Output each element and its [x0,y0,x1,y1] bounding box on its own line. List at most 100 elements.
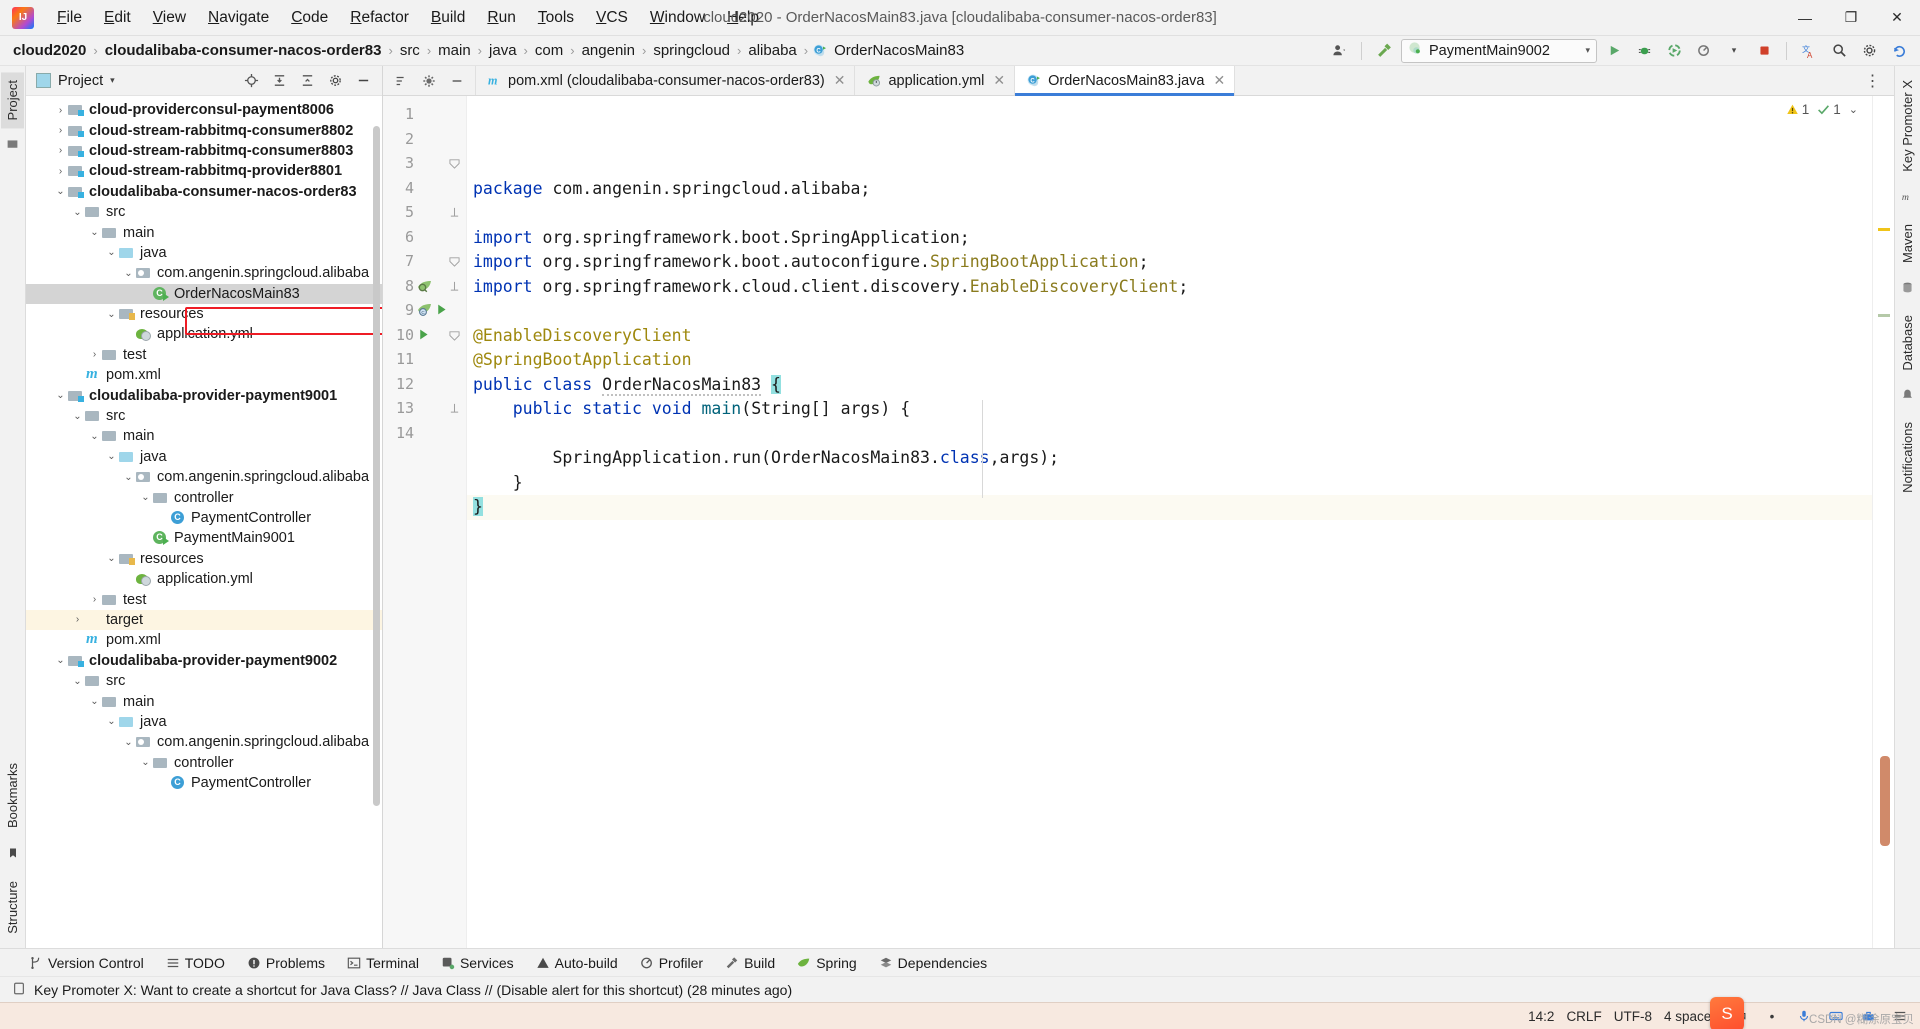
chevron-right-icon[interactable]: › [54,105,67,116]
editor-tabs[interactable]: m pom.xml (cloudalibaba-consumer-nacos-or… [476,66,1236,96]
tree-node[interactable]: › cloud-stream-rabbitmq-consumer8803 [26,141,382,161]
editor-tab-application.yml[interactable]: application.yml ✕ [855,66,1016,95]
code-fold-minus-icon[interactable] [449,158,460,169]
project-scrollbar[interactable] [373,126,380,806]
run-with-coverage-button[interactable] [1661,39,1687,63]
spring-run-gutter-icon[interactable]: C [417,302,433,318]
profiler-button[interactable] [1691,39,1717,63]
breadcrumb-item-cloud2020[interactable]: cloud2020 [10,41,89,60]
tree-node[interactable]: › cloud-stream-rabbitmq-provider8801 [26,161,382,181]
run-gutter-arrow-icon[interactable] [417,328,433,344]
caret-position[interactable]: 14:2 [1528,1009,1554,1024]
tool-window-auto-build[interactable]: Auto-build [525,952,629,974]
menu-item-vcs[interactable]: VCS [585,5,639,31]
hide-panel-icon[interactable] [350,69,376,93]
pin-icon[interactable] [416,69,442,93]
close-button[interactable]: ✕ [1874,0,1920,36]
menu-item-edit[interactable]: Edit [93,5,142,31]
tree-node[interactable]: ⌄ cloudalibaba-provider-payment9001 [26,385,382,405]
code-line[interactable]: import org.springframework.boot.SpringAp… [467,226,1894,251]
editor-marker-stripe[interactable] [1872,96,1894,948]
weak-warning-count[interactable]: 1 [1817,102,1841,117]
commit-icon[interactable] [6,138,19,154]
inspection-widget[interactable]: 1 1 ⌄ [1786,102,1858,117]
sidebar-item-bookmarks[interactable]: Bookmarks [1,755,24,836]
bookmark-icon[interactable] [7,846,19,863]
chevron-down-icon[interactable]: ▾ [1721,39,1747,63]
chevron-right-icon[interactable]: › [54,166,67,177]
breadcrumb-item-src[interactable]: src [397,41,423,60]
breadcrumb-item-springcloud[interactable]: springcloud [650,41,733,60]
code-fold-minus-icon[interactable] [449,330,460,341]
sidebar-item-structure[interactable]: Structure [1,873,24,942]
tool-window-build[interactable]: Build [714,952,786,974]
chevron-down-icon[interactable]: ⌄ [71,676,84,687]
editor-tab-pom.xml[interactable]: m pom.xml (cloudalibaba-consumer-nacos-or… [476,66,856,95]
close-icon[interactable]: ✕ [834,72,846,89]
close-icon[interactable]: ✕ [1213,72,1225,89]
menu-item-navigate[interactable]: Navigate [197,5,280,31]
inspection-chevron-icon[interactable]: ⌄ [1849,103,1858,116]
tool-window-problems[interactable]: Problems [236,952,336,974]
tree-node[interactable]: ⌄ cloudalibaba-provider-payment9002 [26,651,382,671]
code-editor[interactable]: 1 2 3 4 5 6 7 8 9 C 10 11 12 13 14 package com.angenin… [383,96,1894,948]
code-fold-end-icon[interactable] [449,403,460,414]
notifications-icon[interactable] [1901,388,1914,404]
chevron-right-icon[interactable]: › [71,614,84,625]
breadcrumb-item-alibaba[interactable]: alibaba [745,41,799,60]
run-gutter-arrow-icon[interactable] [435,303,451,319]
tool-window-dependencies[interactable]: Dependencies [868,952,999,974]
code-line[interactable]: } [467,471,1894,496]
updates-icon[interactable] [1886,39,1912,63]
chevron-down-icon[interactable]: ⌄ [122,472,135,483]
tree-node[interactable]: ⌄ src [26,202,382,222]
tree-node[interactable]: ›application.yml [26,569,382,589]
code-line[interactable]: import org.springframework.boot.autoconf… [467,250,1894,275]
sidebar-item-notifications[interactable]: Notifications [1896,414,1919,501]
chevron-down-icon[interactable]: ⌄ [88,696,101,707]
tree-node[interactable]: ⌄ cloudalibaba-consumer-nacos-order83 [26,182,382,202]
minimize-button[interactable]: — [1782,0,1828,36]
file-encoding[interactable]: UTF-8 [1614,1009,1652,1024]
tree-node[interactable]: ⌄ src [26,406,382,426]
breadcrumb-item-com[interactable]: com [532,41,566,60]
chevron-right-icon[interactable]: › [54,145,67,156]
tree-node[interactable]: ›pom.xml [26,630,382,650]
chevron-down-icon[interactable]: ⌄ [71,207,84,218]
chevron-down-icon[interactable]: ⌄ [139,492,152,503]
tool-window-todo[interactable]: TODO [155,952,236,974]
tree-node[interactable]: › test [26,589,382,609]
sidebar-item-maven[interactable]: Maven [1896,216,1919,271]
code-fold-end-icon[interactable] [449,207,460,218]
search-icon[interactable] [1826,39,1852,63]
menu-item-window[interactable]: Window [639,5,716,31]
tree-node[interactable]: ⌄ resources [26,549,382,569]
spring-bean-gutter-icon[interactable] [417,278,433,294]
breadcrumb[interactable]: cloud2020 › cloudalibaba-consumer-nacos-or… [10,41,967,60]
user-account-icon[interactable] [1326,39,1352,63]
menu-item-run[interactable]: Run [476,5,526,31]
code-line[interactable] [467,422,1894,447]
warning-count[interactable]: 1 [1786,102,1809,117]
menu-item-refactor[interactable]: Refactor [339,5,420,31]
chevron-down-icon[interactable]: ⌄ [54,655,67,666]
code-line[interactable]: } [467,495,1894,520]
tree-node[interactable]: ⌄ com.angenin.springcloud.alibaba [26,732,382,752]
chevron-down-icon[interactable]: ⌄ [54,390,67,401]
tree-node[interactable]: ›application.yml [26,324,382,344]
tree-node[interactable]: › test [26,345,382,365]
tree-node[interactable]: ⌄ main [26,426,382,446]
stop-button[interactable] [1751,39,1777,63]
locate-icon[interactable] [238,69,264,93]
tree-node[interactable]: ⌄ main [26,222,382,242]
menu-item-view[interactable]: View [142,5,197,31]
tree-node[interactable]: ›PaymentController [26,773,382,793]
breadcrumb-item-main[interactable]: main [435,41,474,60]
tree-node[interactable]: ⌄ java [26,243,382,263]
chevron-down-icon[interactable]: ⌄ [139,757,152,768]
tree-node[interactable]: ⌄ controller [26,753,382,773]
chevron-down-icon[interactable]: ⌄ [54,186,67,197]
project-tree[interactable]: › cloud-providerconsul-payment8006 › cloud-… [26,96,382,948]
breadcrumb-item-cloudalibaba-consumer-nacos-order83[interactable]: cloudalibaba-consumer-nacos-order83 [102,41,385,60]
close-icon[interactable]: ✕ [993,72,1005,89]
